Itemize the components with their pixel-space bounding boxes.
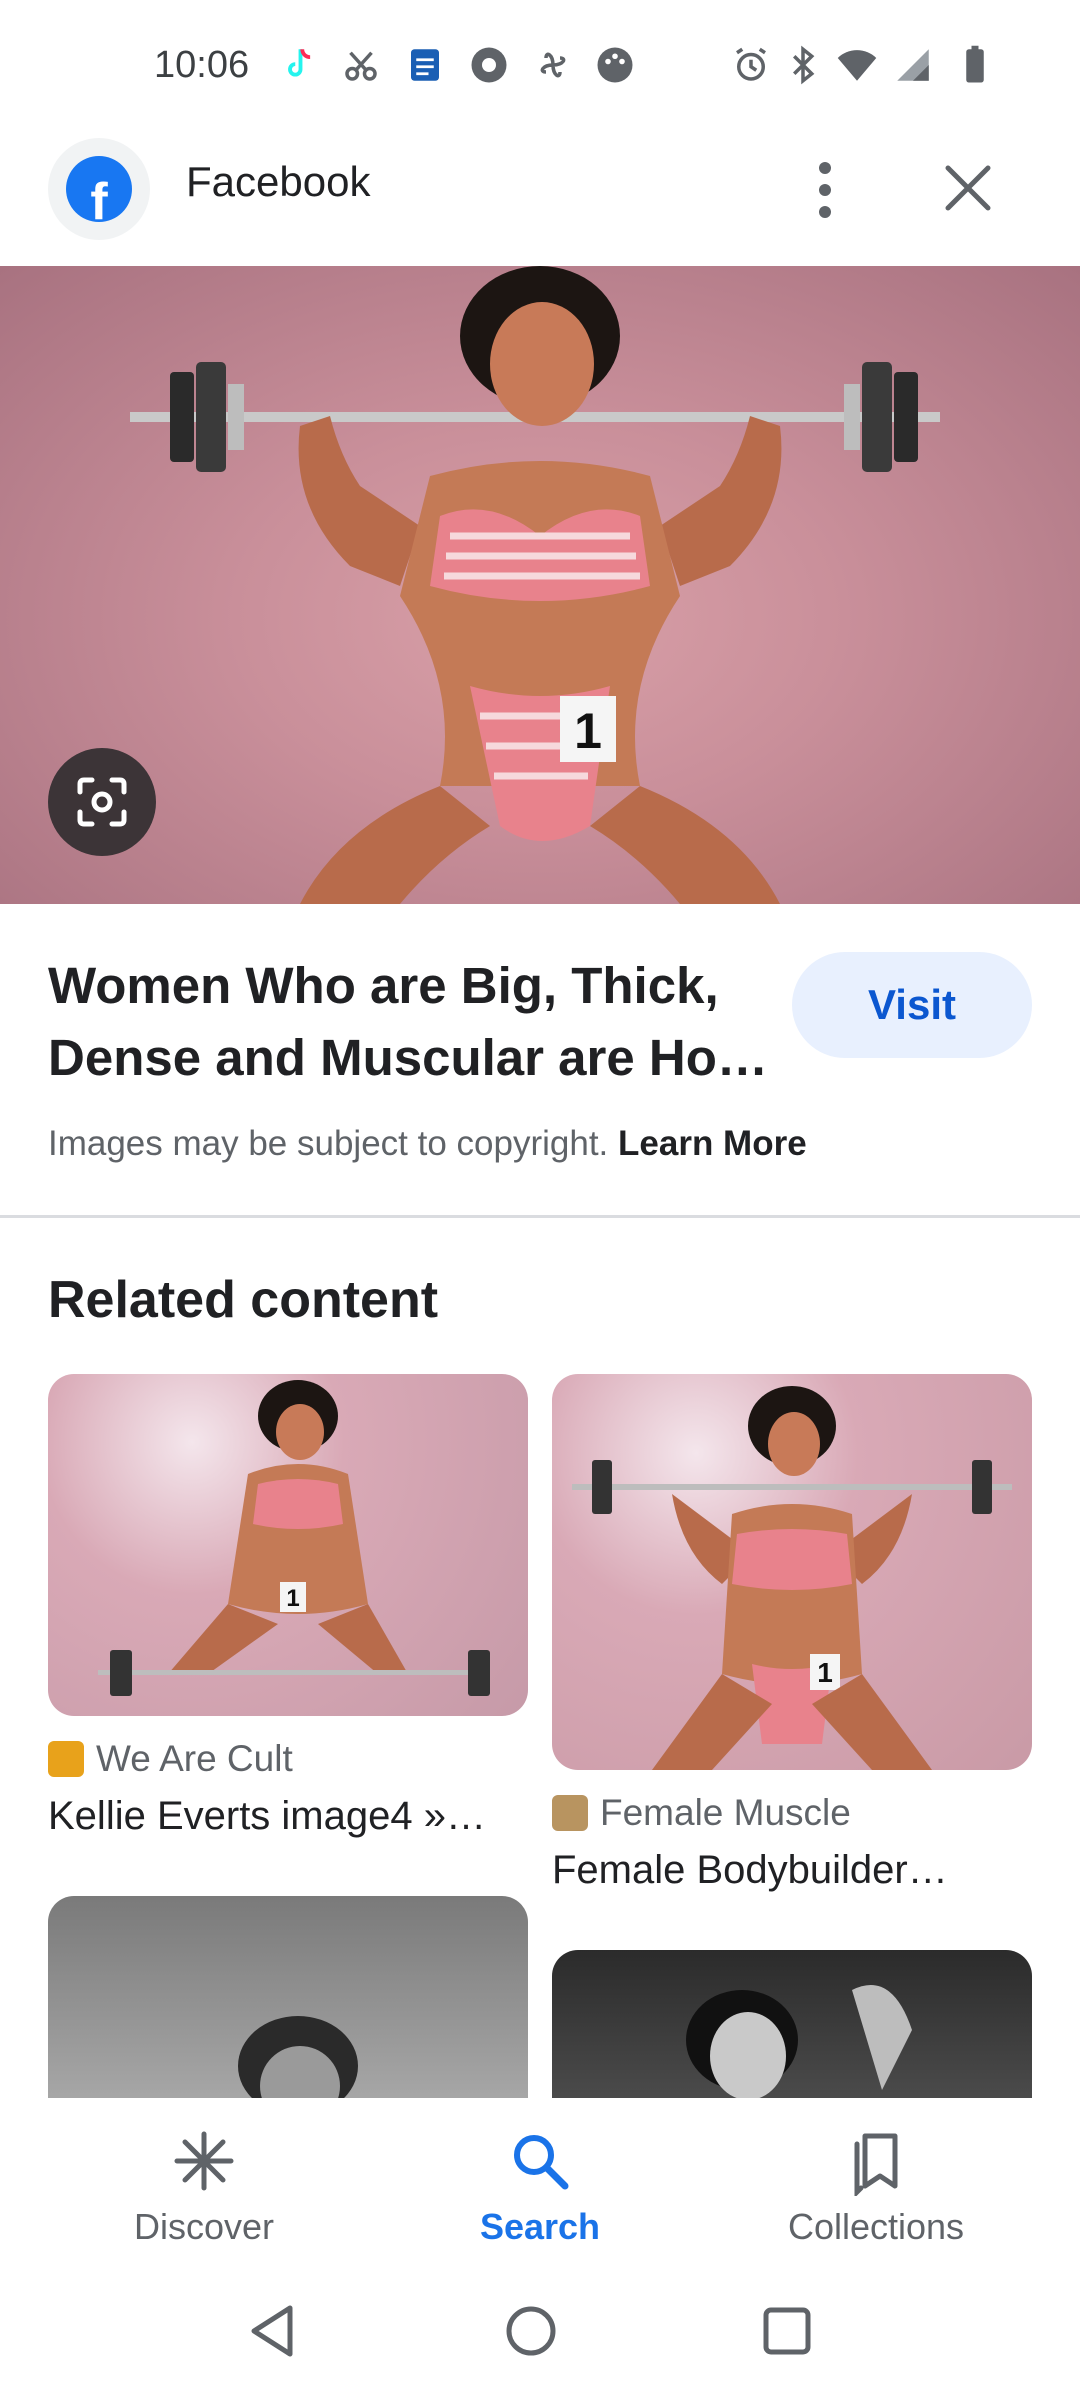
related-card-image[interactable]: 1 <box>552 1374 1032 1770</box>
game-icon <box>594 44 636 86</box>
battery-icon <box>954 44 996 86</box>
related-card-title[interactable]: Kellie Everts image4 »… <box>48 1794 528 1839</box>
nav-discover[interactable]: Discover <box>74 2098 334 2258</box>
home-icon[interactable] <box>496 2296 566 2366</box>
svg-text:1: 1 <box>286 1585 299 1612</box>
bluetooth-icon <box>782 44 824 86</box>
svg-text:1: 1 <box>817 1657 833 1688</box>
site-name: Facebook <box>186 158 371 205</box>
related-card-source: We Are Cult <box>48 1738 528 1780</box>
copyright-notice: Images may be subject to copyright. Lear… <box>48 1124 807 1164</box>
recents-icon[interactable] <box>752 2296 822 2366</box>
related-card-image[interactable]: 1 <box>48 1374 528 1716</box>
related-card-image[interactable] <box>48 1896 528 2098</box>
nav-discover-label: Discover <box>133 2206 275 2247</box>
we-are-cult-favicon-icon <box>48 1741 84 1777</box>
copyright-text: Images may be subject to copyright. <box>48 1124 609 1163</box>
female-muscle-favicon-icon <box>552 1795 588 1831</box>
svg-text:1: 1 <box>574 703 602 759</box>
alarm-icon <box>730 44 772 86</box>
status-time: 10:06 <box>154 44 250 86</box>
nav-collections[interactable]: Collections <box>746 2098 1006 2258</box>
docs-icon <box>404 44 446 86</box>
chrome-icon <box>468 44 510 86</box>
related-content-heading: Related content <box>48 1271 439 1329</box>
related-card[interactable] <box>48 1896 528 2098</box>
nav-search-label: Search <box>479 2206 601 2247</box>
back-icon[interactable] <box>238 2296 308 2366</box>
related-card-source: Female Muscle <box>552 1792 1032 1834</box>
close-icon[interactable] <box>938 158 998 218</box>
nav-search[interactable]: Search <box>410 2098 670 2258</box>
tiktok-icon <box>276 44 318 86</box>
lens-button[interactable] <box>48 748 156 856</box>
more-options-icon[interactable] <box>795 150 855 230</box>
bottom-navigation: Discover Search Collections <box>0 2098 1080 2258</box>
scissors-icon <box>340 44 382 86</box>
signal-icon <box>892 44 934 86</box>
related-card[interactable]: 1 We Are Cult Kellie Everts image4 »… <box>48 1374 528 1839</box>
nav-collections-label: Collections <box>787 2206 965 2247</box>
divider <box>0 1215 1080 1218</box>
result-header: f Facebook <box>0 130 1080 265</box>
wifi-icon <box>836 44 878 86</box>
related-card[interactable] <box>552 1950 1032 2098</box>
status-bar: 10:06 <box>0 0 1080 130</box>
bookmarks-icon <box>854 2133 898 2196</box>
search-icon <box>514 2135 569 2190</box>
visit-button[interactable]: Visit <box>792 952 1032 1058</box>
asterisk-icon <box>174 2131 234 2191</box>
facebook-logo-icon: f <box>48 138 150 240</box>
pinwheel-icon <box>532 44 574 86</box>
related-card-title[interactable]: Female Bodybuilder… <box>552 1848 1032 1893</box>
result-title[interactable]: Women Who are Big, Thick, Dense and Musc… <box>48 950 768 1094</box>
related-card-image[interactable] <box>552 1950 1032 2098</box>
learn-more-link[interactable]: Learn More <box>618 1124 807 1163</box>
result-image[interactable]: 1 <box>0 266 1080 904</box>
related-card[interactable]: 1 Female Muscle Female Bodybuilder… <box>552 1374 1032 1893</box>
system-navigation-bar <box>0 2268 1080 2400</box>
